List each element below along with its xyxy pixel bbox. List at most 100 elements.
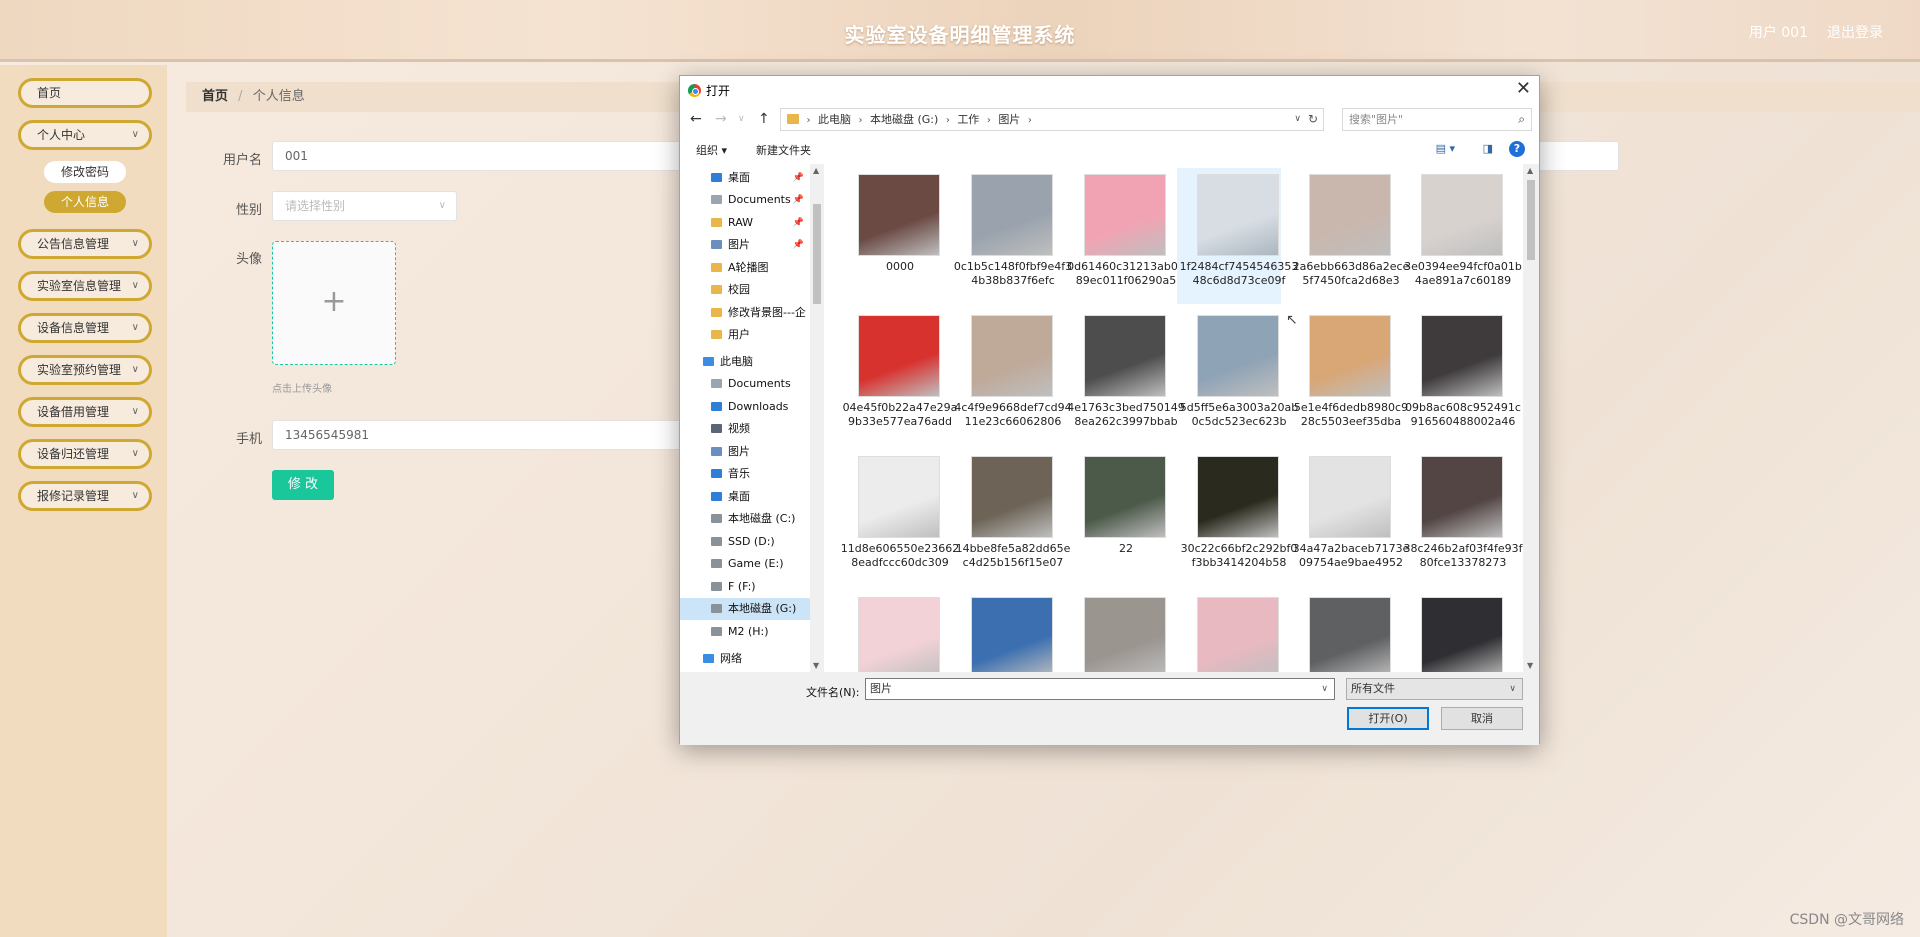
organize-button[interactable]: 组织 ▾: [696, 142, 727, 158]
search-input[interactable]: 搜索"图片" ⌕: [1342, 108, 1532, 131]
filename-input[interactable]: 图片 ∨: [865, 678, 1335, 700]
scrollbar-thumb[interactable]: [813, 204, 821, 304]
file-item[interactable]: [1177, 591, 1281, 672]
submit-button[interactable]: 修 改: [272, 470, 334, 500]
nav-item[interactable]: Documents 📌: [680, 189, 810, 211]
sidebar-item-personal-center[interactable]: 个人中心 ∨: [18, 120, 152, 150]
sidebar-sub-change-password[interactable]: 修改密码: [44, 161, 126, 183]
file-item[interactable]: 4e1763c3bed7501498ea262c3997bbab: [1064, 309, 1185, 445]
address-crumb[interactable]: 图片: [998, 113, 1020, 126]
file-item[interactable]: 4c4f9e9668def7cd9411e23c66062806: [951, 309, 1072, 445]
sidebar-sub-personal-info[interactable]: 个人信息: [44, 191, 126, 213]
nav-item[interactable]: 此电脑: [680, 351, 810, 373]
file-list-scrollbar[interactable]: ▲ ▼: [1523, 164, 1539, 672]
sidebar-item-device-borrow[interactable]: 设备借用管理 ∨: [18, 397, 152, 427]
folder-icon: [711, 285, 722, 294]
scroll-up-icon[interactable]: ▲: [813, 166, 819, 175]
back-icon[interactable]: ←: [690, 111, 702, 127]
open-button[interactable]: 打开(O): [1347, 707, 1429, 730]
sidebar-item-notice[interactable]: 公告信息管理 ∨: [18, 229, 152, 259]
file-item[interactable]: 38c246b2af03f4fe93f80fce13378273: [1401, 450, 1523, 586]
scrollbar-thumb[interactable]: [1527, 180, 1535, 260]
nav-item[interactable]: 本地磁盘 (G:): [680, 598, 810, 620]
nav-item[interactable]: 本地磁盘 (C:): [680, 508, 810, 530]
sidebar-item-lab-booking[interactable]: 实验室预约管理 ∨: [18, 355, 152, 385]
file-item[interactable]: [951, 591, 1055, 672]
address-crumb[interactable]: 工作: [957, 113, 979, 126]
scroll-down-icon[interactable]: ▼: [1527, 661, 1533, 670]
file-item[interactable]: 5d5ff5e6a3003a20ab0c5dc523ec623b: [1177, 309, 1298, 445]
nav-item[interactable]: A轮播图: [680, 257, 810, 279]
file-item[interactable]: 0d61460c31213ab0389ec011f06290a5: [1064, 168, 1185, 304]
nav-item[interactable]: M2 (H:): [680, 621, 810, 643]
cancel-button[interactable]: 取消: [1441, 707, 1523, 730]
new-folder-button[interactable]: 新建文件夹: [756, 142, 811, 158]
forward-icon[interactable]: →: [715, 111, 727, 127]
file-item[interactable]: 0000: [838, 168, 942, 304]
nav-item[interactable]: 桌面: [680, 486, 810, 508]
nav-item[interactable]: 音乐: [680, 463, 810, 485]
chevron-down-icon[interactable]: ∨: [1321, 679, 1328, 699]
file-item[interactable]: 22: [1064, 450, 1168, 586]
file-item[interactable]: 30c22c66bf2c292bf0f3bb3414204b58: [1177, 450, 1297, 586]
file-item[interactable]: 04e45f0b22a47e29a9b33e577ea76add: [838, 309, 957, 445]
nav-item[interactable]: 图片: [680, 441, 810, 463]
address-crumb[interactable]: 本地磁盘 (G:): [870, 113, 938, 126]
file-item[interactable]: 5e1e4f6dedb8980c928c5503eef35dba: [1289, 309, 1408, 445]
nav-item[interactable]: F (F:): [680, 576, 810, 598]
nav-item[interactable]: RAW 📌: [680, 212, 810, 234]
sidebar-item-device-return[interactable]: 设备归还管理 ∨: [18, 439, 152, 469]
nav-item[interactable]: 校园: [680, 279, 810, 301]
nav-item[interactable]: Downloads: [680, 396, 810, 418]
close-icon[interactable]: ✕: [1516, 78, 1531, 99]
nav-item[interactable]: 网络: [680, 648, 810, 670]
scroll-up-icon[interactable]: ▲: [1527, 166, 1533, 175]
nav-item[interactable]: Documents: [680, 373, 810, 395]
chevron-down-icon[interactable]: ∨: [1294, 109, 1301, 130]
help-icon[interactable]: ?: [1509, 141, 1525, 157]
sidebar-item-repair-records[interactable]: 报修记录管理 ∨: [18, 481, 152, 511]
nav-item[interactable]: 桌面 📌: [680, 167, 810, 189]
file-name: 2a6ebb663d86a2ece5f7450fca2d68e3: [1292, 260, 1410, 287]
file-item[interactable]: [1401, 591, 1505, 672]
breadcrumb-home[interactable]: 首页: [202, 89, 228, 104]
image-thumbnail: [1197, 597, 1279, 672]
refresh-icon[interactable]: ↻: [1308, 109, 1318, 130]
file-item[interactable]: 1f2484cf745454635348c6d8d73ce09f: [1177, 168, 1298, 304]
avatar-uploader[interactable]: +: [272, 241, 396, 365]
nav-item[interactable]: 修改背景图---企: [680, 302, 810, 324]
view-options-icon[interactable]: ▤ ▾: [1436, 142, 1455, 155]
nav-item[interactable]: Game (E:): [680, 553, 810, 575]
nav-item[interactable]: SSD (D:): [680, 531, 810, 553]
avatar-label: 头像: [235, 252, 262, 267]
file-item[interactable]: [1064, 591, 1168, 672]
file-item[interactable]: 14bbe8fe5a82dd65ec4d25b156f15e07: [951, 450, 1070, 586]
address-crumb[interactable]: 此电脑: [818, 113, 851, 126]
filetype-select[interactable]: 所有文件 ∨: [1346, 678, 1523, 700]
file-item[interactable]: [838, 591, 942, 672]
nav-item[interactable]: 用户: [680, 324, 810, 346]
nav-pane-scrollbar[interactable]: ▲ ▼: [810, 164, 824, 672]
up-icon[interactable]: ↑: [758, 111, 770, 127]
sidebar-item-home[interactable]: 首页: [18, 78, 152, 108]
file-item[interactable]: 34a47a2baceb7173e09754ae9bae4952: [1289, 450, 1409, 586]
file-item[interactable]: [1289, 591, 1393, 672]
preview-pane-icon[interactable]: ◨: [1483, 142, 1493, 155]
search-icon: ⌕: [1518, 112, 1525, 126]
nav-item[interactable]: 图片 📌: [680, 234, 810, 256]
sidebar-item-device-info[interactable]: 设备信息管理 ∨: [18, 313, 152, 343]
scroll-down-icon[interactable]: ▼: [813, 661, 819, 670]
sidebar-item-lab-info[interactable]: 实验室信息管理 ∨: [18, 271, 152, 301]
file-item[interactable]: 2a6ebb663d86a2ece5f7450fca2d68e3: [1289, 168, 1409, 304]
nav-item[interactable]: 视频: [680, 418, 810, 440]
gender-select[interactable]: 请选择性别 ∨: [272, 191, 457, 221]
file-item[interactable]: 3e0394ee94fcf0a01b4ae891a7c60189: [1401, 168, 1522, 304]
phone-input[interactable]: 13456545981: [272, 420, 682, 450]
file-item[interactable]: 11d8e606550e236628eadfccc60dc309: [838, 450, 959, 586]
file-item[interactable]: 09b8ac608c952491c916560488002a46: [1401, 309, 1521, 445]
address-bar[interactable]: › 此电脑 › 本地磁盘 (G:) › 工作 › 图片 › ∨ ↻: [780, 108, 1324, 131]
sidebar-item-label: 实验室预约管理: [37, 363, 122, 377]
file-item[interactable]: 0c1b5c148f0fbf9e4f34b38b837f6efc: [951, 168, 1072, 304]
logout-link[interactable]: 退出登录: [1827, 22, 1883, 42]
recent-dropdown-icon[interactable]: ∨: [738, 114, 745, 124]
